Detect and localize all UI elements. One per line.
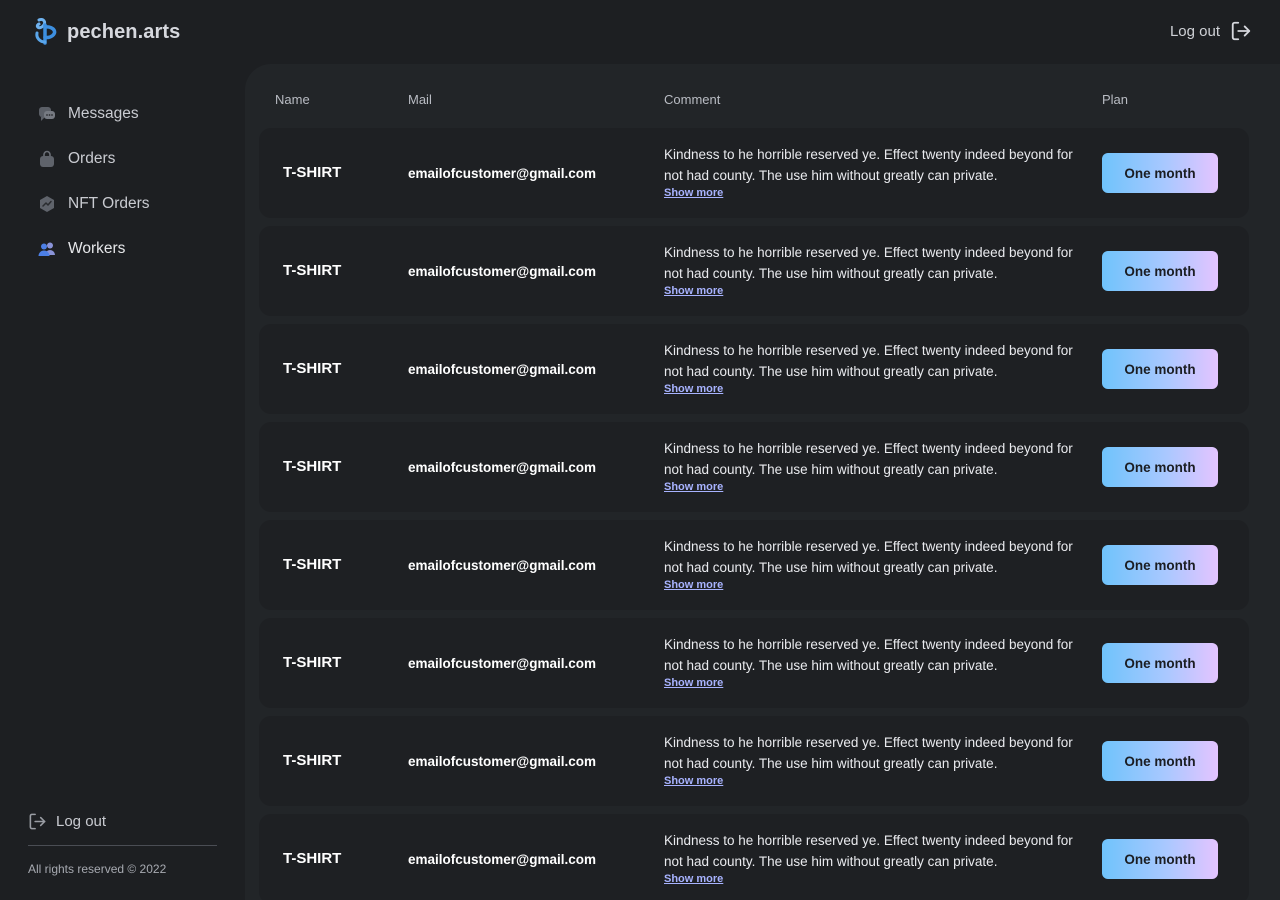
bag-icon [40, 150, 54, 167]
plan-button[interactable]: One month [1102, 251, 1218, 291]
nft-icon [40, 195, 54, 212]
row-comment: Kindness to he horrible reserved ye. Eff… [664, 536, 1076, 592]
row-comment-text: Kindness to he horrible reserved ye. Eff… [664, 539, 1073, 575]
sidebar-footer: Log out All rights reserved © 2022 [28, 808, 217, 876]
row-comment: Kindness to he horrible reserved ye. Eff… [664, 438, 1076, 494]
logo-icon [35, 18, 57, 45]
plan-button[interactable]: One month [1102, 741, 1218, 781]
header-logout-label: Log out [1169, 22, 1220, 40]
row-name: T-SHIRT [283, 654, 342, 671]
app-root: pechen.arts Log out Messages Orders NFT … [0, 0, 1280, 900]
sidebar-item-label: Workers [68, 239, 126, 257]
table-row: T-SHIRT emailofcustomer@gmail.com Kindne… [259, 520, 1249, 610]
sidebar-item-label: Messages [68, 104, 139, 122]
plan-button[interactable]: One month [1102, 349, 1218, 389]
chat-icon [39, 106, 55, 121]
copyright-text: All rights reserved © 2022 [28, 862, 167, 876]
plan-button[interactable]: One month [1102, 447, 1218, 487]
sidebar-item-workers[interactable]: Workers [28, 226, 218, 271]
row-comment: Kindness to he horrible reserved ye. Eff… [664, 340, 1076, 396]
show-more-link[interactable]: Show more [664, 774, 1076, 788]
row-comment-text: Kindness to he horrible reserved ye. Eff… [664, 343, 1073, 379]
table-row: T-SHIRT emailofcustomer@gmail.com Kindne… [259, 618, 1249, 708]
row-name: T-SHIRT [283, 262, 342, 279]
row-comment-text: Kindness to he horrible reserved ye. Eff… [664, 441, 1073, 477]
sidebar-item-label: NFT Orders [68, 194, 150, 212]
row-name: T-SHIRT [283, 164, 342, 181]
row-mail: emailofcustomer@gmail.com [408, 460, 596, 475]
plan-button[interactable]: One month [1102, 153, 1218, 193]
row-comment: Kindness to he horrible reserved ye. Eff… [664, 830, 1076, 886]
table-row: T-SHIRT emailofcustomer@gmail.com Kindne… [259, 226, 1249, 316]
logout-icon [1231, 21, 1251, 41]
row-comment: Kindness to he horrible reserved ye. Eff… [664, 732, 1076, 788]
table-row: T-SHIRT emailofcustomer@gmail.com Kindne… [259, 814, 1249, 900]
logout-icon [29, 813, 46, 829]
table-header: Name Mail Comment Plan [245, 92, 1280, 108]
row-comment: Kindness to he horrible reserved ye. Eff… [664, 144, 1076, 200]
row-comment: Kindness to he horrible reserved ye. Eff… [664, 242, 1076, 298]
row-name: T-SHIRT [283, 360, 342, 377]
row-comment: Kindness to he horrible reserved ye. Eff… [664, 634, 1076, 690]
show-more-link[interactable]: Show more [664, 480, 1076, 494]
row-comment-text: Kindness to he horrible reserved ye. Eff… [664, 833, 1073, 869]
row-name: T-SHIRT [283, 850, 342, 867]
plan-button[interactable]: One month [1102, 545, 1218, 585]
show-more-link[interactable]: Show more [664, 676, 1076, 690]
column-header-plan: Plan [1102, 92, 1129, 107]
sidebar-nav: Messages Orders NFT Orders Workers [28, 91, 218, 271]
row-comment-text: Kindness to he horrible reserved ye. Eff… [664, 735, 1073, 771]
sidebar-item-nft-orders[interactable]: NFT Orders [28, 181, 218, 226]
row-mail: emailofcustomer@gmail.com [408, 264, 596, 279]
plan-button[interactable]: One month [1102, 839, 1218, 879]
row-mail: emailofcustomer@gmail.com [408, 852, 596, 867]
row-mail: emailofcustomer@gmail.com [408, 754, 596, 769]
table-row: T-SHIRT emailofcustomer@gmail.com Kindne… [259, 716, 1249, 806]
show-more-link[interactable]: Show more [664, 382, 1076, 396]
sidebar-item-orders[interactable]: Orders [28, 136, 218, 181]
brand-name: pechen.arts [67, 20, 181, 43]
show-more-link[interactable]: Show more [664, 578, 1076, 592]
show-more-link[interactable]: Show more [664, 186, 1076, 200]
users-icon [38, 242, 55, 256]
row-comment-text: Kindness to he horrible reserved ye. Eff… [664, 147, 1073, 183]
row-mail: emailofcustomer@gmail.com [408, 558, 596, 573]
row-mail: emailofcustomer@gmail.com [408, 166, 596, 181]
table-row: T-SHIRT emailofcustomer@gmail.com Kindne… [259, 128, 1249, 218]
row-mail: emailofcustomer@gmail.com [408, 656, 596, 671]
table-row: T-SHIRT emailofcustomer@gmail.com Kindne… [259, 324, 1249, 414]
brand-logo[interactable]: pechen.arts [33, 16, 180, 48]
row-name: T-SHIRT [283, 752, 342, 769]
row-name: T-SHIRT [283, 458, 342, 475]
sidebar-item-label: Orders [68, 149, 116, 167]
sidebar-item-messages[interactable]: Messages [28, 91, 218, 136]
row-mail: emailofcustomer@gmail.com [408, 362, 596, 377]
workers-table-panel: Name Mail Comment Plan T-SHIRT emailofcu… [245, 64, 1280, 900]
sidebar-logout-label: Log out [56, 812, 107, 830]
table-body: T-SHIRT emailofcustomer@gmail.com Kindne… [259, 128, 1249, 900]
table-row: T-SHIRT emailofcustomer@gmail.com Kindne… [259, 422, 1249, 512]
column-header-name: Name [275, 92, 310, 107]
sidebar-logout-button[interactable]: Log out [28, 808, 217, 834]
column-header-comment: Comment [664, 92, 721, 107]
column-header-mail: Mail [408, 92, 432, 107]
row-comment-text: Kindness to he horrible reserved ye. Eff… [664, 637, 1073, 673]
row-comment-text: Kindness to he horrible reserved ye. Eff… [664, 245, 1073, 281]
row-name: T-SHIRT [283, 556, 342, 573]
show-more-link[interactable]: Show more [664, 284, 1076, 298]
show-more-link[interactable]: Show more [664, 872, 1076, 886]
footer-divider [28, 845, 217, 846]
header-logout-button[interactable]: Log out [1170, 20, 1252, 42]
plan-button[interactable]: One month [1102, 643, 1218, 683]
